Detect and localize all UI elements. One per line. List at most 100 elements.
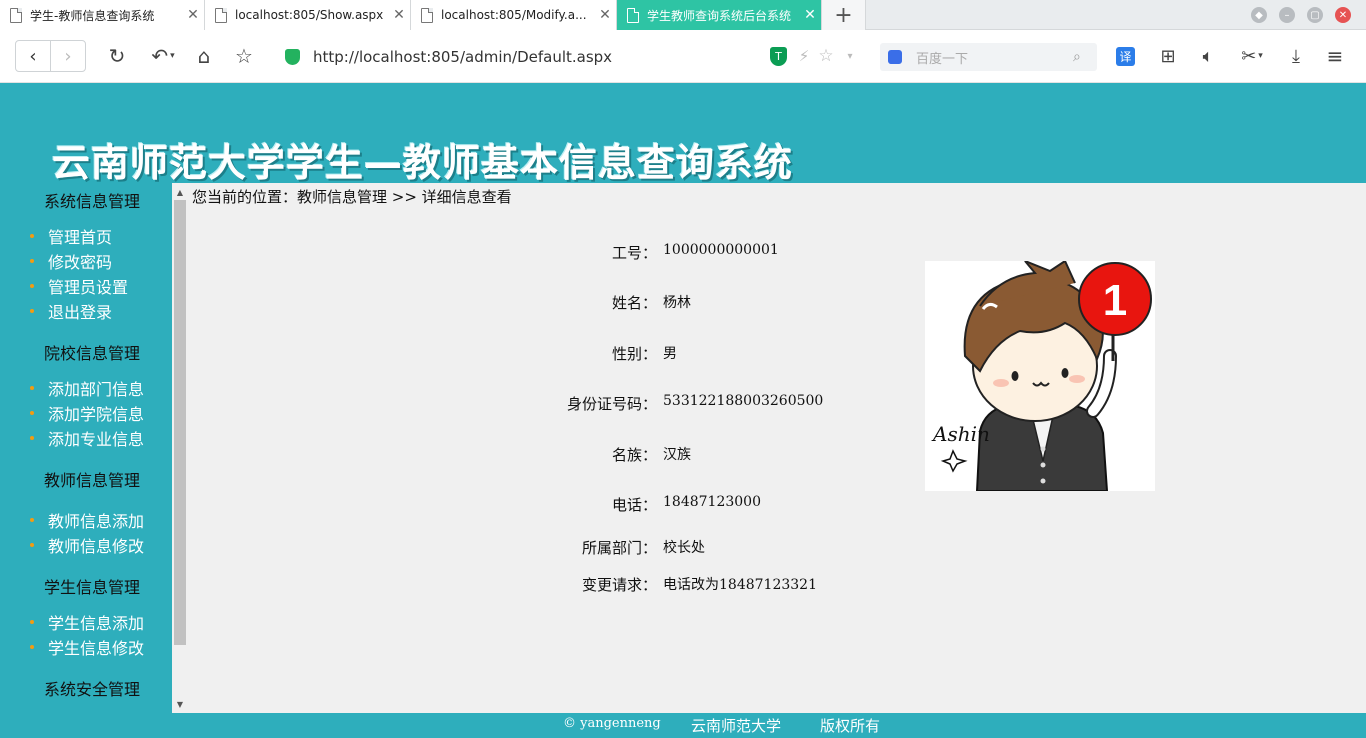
sidebar-item-label: 添加专业信息 <box>48 430 145 449</box>
field-row-department: 所属部门： 校长处 <box>463 537 923 558</box>
sidebar-item-label: 教师信息修改 <box>48 537 145 556</box>
favorite-icon[interactable]: ☆ <box>814 43 838 69</box>
field-row-phone: 电话： 18487123000 <box>463 494 923 515</box>
minimize-icon[interactable]: – <box>1279 7 1295 23</box>
search-box[interactable]: 百度一下 ⌕ <box>880 43 1097 71</box>
browser-tab[interactable]: localhost:805/Show.aspx ✕ <box>205 0 411 30</box>
field-label: 电话： <box>611 496 657 514</box>
browser-tab-title: localhost:805/Modify.a... <box>441 8 587 22</box>
browser-tab-title: 学生教师查询系统后台系统 <box>647 8 792 23</box>
bullet-icon <box>30 309 34 313</box>
sidebar-group-heading: 系统信息管理 <box>44 192 141 211</box>
sidebar-item-label: 添加学院信息 <box>48 405 145 424</box>
breadcrumb: 您当前的位置：教师信息管理 >> 详细信息查看 <box>192 188 512 206</box>
field-label: 所属部门： <box>581 539 657 557</box>
scrollbar-thumb[interactable] <box>174 200 186 645</box>
menu-icon[interactable]: ≡ <box>1323 43 1347 69</box>
browser-tab-title: localhost:805/Show.aspx <box>235 8 384 22</box>
field-label: 身份证号码： <box>566 395 657 413</box>
sidebar-item-student-modify[interactable]: 学生信息修改 <box>30 635 144 659</box>
field-value: 1000000000001 <box>663 242 779 258</box>
bullet-icon <box>30 284 34 288</box>
field-row-ethnicity: 名族： 汉族 <box>463 444 923 465</box>
sidebar-item-label: 教师信息添加 <box>48 512 145 531</box>
skin-icon[interactable]: ◆ <box>1251 7 1267 23</box>
bullet-icon <box>30 645 34 649</box>
bullet-icon <box>30 543 34 547</box>
browser-tab[interactable]: 学生-教师信息查询系统 ✕ <box>0 0 205 30</box>
sidebar-item-teacher-modify[interactable]: 教师信息修改 <box>30 533 144 557</box>
browser-tab-title: 学生-教师信息查询系统 <box>30 8 155 23</box>
sidebar-item-label: 添加部门信息 <box>48 380 145 399</box>
sidebar-item-admin-settings[interactable]: 管理员设置 <box>30 274 128 298</box>
sidebar-item-label: 修改密码 <box>48 253 113 272</box>
bullet-icon <box>30 620 34 624</box>
reload-icon[interactable]: ↻ <box>105 43 129 69</box>
translate-icon[interactable]: 译 <box>1116 47 1135 66</box>
page-icon <box>215 7 227 23</box>
field-value: 男 <box>663 346 677 362</box>
sidebar-item-add-major[interactable]: 添加专业信息 <box>30 426 144 450</box>
dropdown-icon[interactable]: ▾ <box>838 43 862 69</box>
sidebar-item-logout[interactable]: 退出登录 <box>30 299 112 323</box>
sidebar: 系统信息管理 管理首页 修改密码 管理员设置 退出登录 院校信息管理 添加部门信… <box>0 183 172 713</box>
field-value: 533122188003260500 <box>663 393 824 409</box>
undo-icon[interactable]: ↶ ▾ <box>145 43 181 69</box>
security-icon[interactable]: T <box>770 47 787 66</box>
sidebar-group-heading: 系统安全管理 <box>44 680 141 699</box>
back-icon[interactable]: ‹ <box>16 41 50 71</box>
browser-tab[interactable]: localhost:805/Modify.a... ✕ <box>411 0 617 30</box>
bullet-icon <box>30 259 34 263</box>
download-icon[interactable]: ⤓ <box>1284 43 1308 69</box>
sidebar-item-label: 学生信息修改 <box>48 639 145 658</box>
scissors-icon[interactable]: ✂ ▾ <box>1234 43 1270 69</box>
maximize-icon[interactable]: ▢ <box>1307 7 1323 23</box>
sidebar-item-label: 管理员设置 <box>48 278 129 297</box>
sidebar-item-change-password[interactable]: 修改密码 <box>30 249 112 273</box>
sidebar-item-student-add[interactable]: 学生信息添加 <box>30 610 144 634</box>
sidebar-item-add-college[interactable]: 添加学院信息 <box>30 401 144 425</box>
close-tab-icon[interactable]: ✕ <box>388 7 410 23</box>
baidu-icon[interactable] <box>888 50 902 64</box>
badge-number: 1 <box>1103 276 1127 325</box>
sidebar-item-home[interactable]: 管理首页 <box>30 224 112 248</box>
secure-shield-icon <box>285 49 300 65</box>
close-window-icon[interactable]: ✕ <box>1335 7 1351 23</box>
new-tab-button[interactable]: + <box>822 0 866 30</box>
bullet-icon <box>30 436 34 440</box>
field-label: 工号： <box>611 244 657 262</box>
sidebar-group-heading: 院校信息管理 <box>44 344 141 363</box>
page-icon <box>421 7 433 23</box>
star-icon[interactable]: ☆ <box>232 43 256 69</box>
footer-author: © yangenneng <box>563 716 661 731</box>
field-label: 变更请求： <box>581 576 657 594</box>
forward-icon[interactable]: › <box>50 41 85 71</box>
speaker-icon[interactable]: 🔈︎ <box>1196 43 1220 69</box>
field-value: 杨林 <box>663 295 691 311</box>
browser-tab-bar: 学生-教师信息查询系统 ✕ localhost:805/Show.aspx ✕ … <box>0 0 1366 30</box>
field-label: 性别： <box>611 345 657 363</box>
field-value: 电话改为18487123321 <box>663 577 817 593</box>
field-value: 校长处 <box>663 540 705 556</box>
footer-rights: 版权所有 <box>820 717 881 735</box>
search-input[interactable]: 百度一下 <box>916 48 1073 67</box>
browser-tab-active[interactable]: 学生教师查询系统后台系统 ✕ <box>617 0 822 30</box>
bullet-icon <box>30 386 34 390</box>
close-tab-icon[interactable]: ✕ <box>799 7 821 23</box>
bullet-icon <box>30 234 34 238</box>
sidebar-item-add-department[interactable]: 添加部门信息 <box>30 376 144 400</box>
address-bar[interactable]: http://localhost:805/admin/Default.aspx <box>313 48 612 66</box>
sidebar-item-label: 学生信息添加 <box>48 614 145 633</box>
photo-signature: Ashin <box>931 422 990 446</box>
site-title: 云南师范大学学生—教师基本信息查询系统 <box>52 141 794 185</box>
search-icon[interactable]: ⌕ <box>1073 49 1097 65</box>
apps-icon[interactable]: ⊞ <box>1156 43 1180 69</box>
sidebar-item-teacher-add[interactable]: 教师信息添加 <box>30 508 144 532</box>
home-icon[interactable]: ⌂ <box>192 43 216 69</box>
field-value: 18487123000 <box>663 494 761 510</box>
lightning-icon[interactable]: ⚡ <box>792 43 816 69</box>
close-tab-icon[interactable]: ✕ <box>182 7 204 23</box>
scroll-down-icon[interactable]: ▼ <box>172 697 188 711</box>
scroll-up-icon[interactable]: ▲ <box>172 185 188 199</box>
close-tab-icon[interactable]: ✕ <box>594 7 616 23</box>
